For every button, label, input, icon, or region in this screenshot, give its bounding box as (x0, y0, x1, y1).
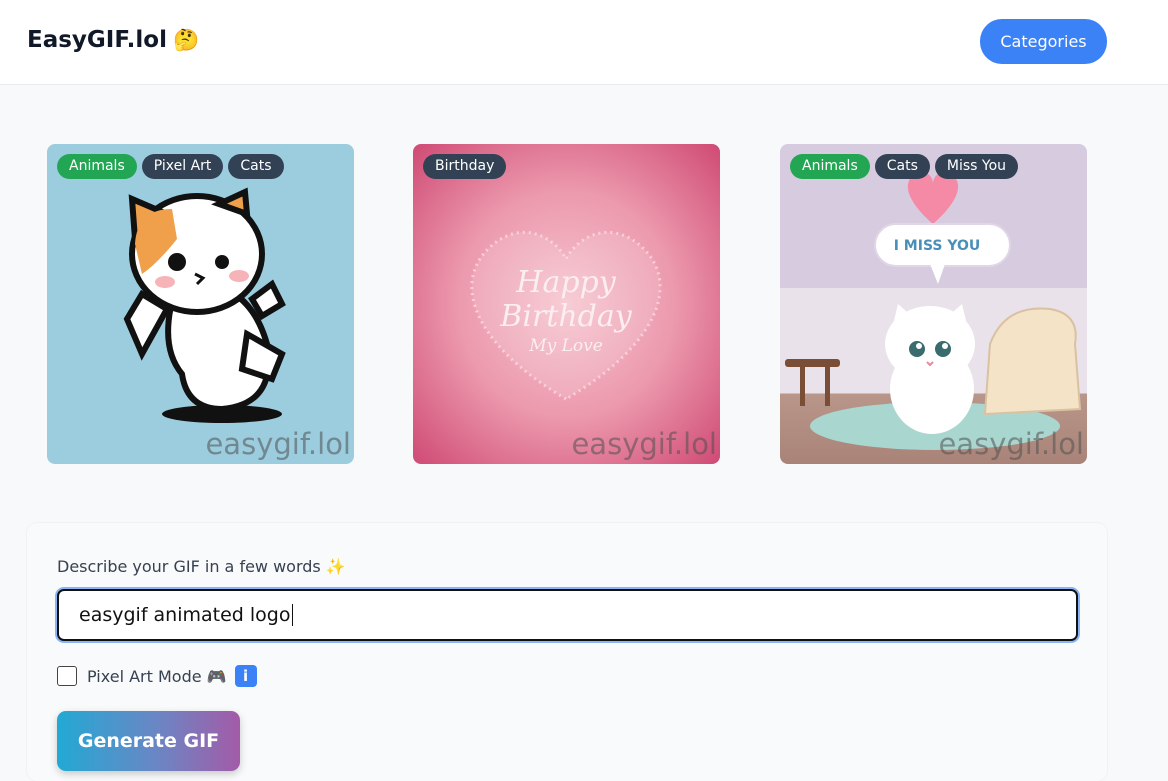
pixel-art-label[interactable]: Pixel Art Mode 🎮 i (87, 665, 257, 687)
watermark: easygif.lol (938, 427, 1084, 461)
watermark: easygif.lol (571, 427, 717, 461)
tag[interactable]: Cats (874, 154, 930, 179)
info-icon[interactable]: i (234, 665, 257, 687)
tag-list: Animals Cats Miss You (790, 154, 1019, 179)
description-input[interactable]: easygif animated logo (57, 589, 1078, 641)
categories-button[interactable]: Categories (980, 19, 1107, 64)
watermark: easygif.lol (205, 427, 351, 461)
tag[interactable]: Animals (57, 154, 137, 179)
tag[interactable]: Pixel Art (141, 154, 224, 179)
pixel-art-checkbox[interactable] (57, 666, 77, 686)
tag-list: Animals Pixel Art Cats (57, 154, 284, 179)
miss-you-kitten-image: I MISS YOU (785, 171, 1082, 450)
description-input-value: easygif animated logo (79, 604, 291, 626)
tag[interactable]: Birthday (423, 154, 507, 179)
miss-you-text: I MISS YOU (894, 238, 981, 254)
logo[interactable]: EasyGIF.lol 🤔 (27, 27, 199, 53)
birthday-line-1: Happy (515, 265, 616, 300)
tag[interactable]: Miss You (934, 154, 1019, 179)
tag[interactable]: Animals (790, 154, 870, 179)
header: EasyGIF.lol 🤔 Categories (0, 0, 1168, 85)
generate-gif-button[interactable]: Generate GIF (57, 711, 240, 771)
birthday-line-2: Birthday (499, 299, 632, 334)
logo-text: EasyGIF.lol (27, 27, 167, 53)
description-label: Describe your GIF in a few words ✨ (57, 557, 346, 576)
birthday-card-image: Happy Birthday My Love (470, 230, 662, 401)
gif-card[interactable]: Birthday Happy Birthday My Love easygif.… (413, 144, 720, 464)
pixel-cat-image (123, 187, 286, 423)
text-caret (291, 604, 293, 626)
gif-card[interactable]: Animals Pixel Art Cats easygif.lol (47, 144, 354, 464)
tag-list: Birthday (423, 154, 507, 179)
tag[interactable]: Cats (228, 154, 284, 179)
birthday-line-3: My Love (528, 336, 603, 356)
logo-emoji: 🤔 (173, 27, 200, 52)
pixel-art-label-text: Pixel Art Mode 🎮 (87, 666, 227, 686)
gif-card[interactable]: Animals Cats Miss You I MISS YOU easygif… (780, 144, 1087, 464)
